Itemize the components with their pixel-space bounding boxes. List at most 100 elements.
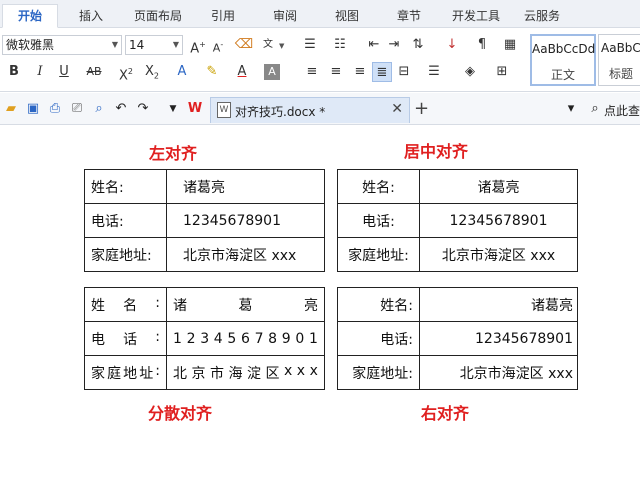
table-center-align: 姓名: 诸葛亮 电话: 12345678901 家庭地址: 北京市海淀区 xxx bbox=[337, 169, 578, 272]
cell-value: 诸葛亮 bbox=[166, 287, 325, 322]
cell-key: 姓名: bbox=[337, 287, 420, 322]
spread-char: 京 bbox=[191, 365, 206, 382]
search-icon[interactable]: ⌕ bbox=[586, 100, 604, 118]
spread-char: 8 bbox=[268, 330, 278, 347]
strikethrough-icon[interactable]: AB bbox=[84, 62, 104, 82]
document-canvas: 左对齐 居中对齐 姓名: 诸葛亮 电话: 12345678901 家庭地址: 北京市海… bbox=[0, 126, 640, 480]
tab-insert[interactable]: 插入 bbox=[66, 5, 116, 27]
align-left-icon[interactable]: ≡ bbox=[302, 62, 322, 82]
wps-logo-icon[interactable]: W bbox=[186, 100, 204, 118]
table-row: 电话:12345678901 bbox=[84, 203, 325, 238]
fill-icon[interactable]: ◈ bbox=[460, 62, 480, 82]
spread-char: 名 bbox=[123, 297, 138, 314]
font-size-select[interactable]: 14 ▼ bbox=[125, 35, 183, 55]
cell-value: 12345678901 bbox=[419, 203, 578, 238]
table-row: 家庭地址: 北京市海淀区 xxx bbox=[337, 355, 578, 390]
cell-key: 家庭地址: bbox=[84, 237, 167, 272]
table-row: 家庭地址:北京市海淀区xxx bbox=[84, 355, 325, 390]
document-tab[interactable]: W 对齐技巧.docx * ✕ bbox=[210, 97, 410, 123]
spread-char: : bbox=[155, 294, 160, 311]
heading-distributed-align: 分散对齐 bbox=[148, 404, 213, 423]
highlight-icon[interactable]: ✎ bbox=[202, 62, 222, 82]
line-spacing-icon[interactable]: ☰ bbox=[424, 62, 444, 82]
italic-icon[interactable]: I bbox=[30, 62, 50, 82]
cell-key: 家庭地址: bbox=[337, 355, 420, 390]
underline-icon[interactable]: U bbox=[54, 62, 74, 82]
tab-list-icon[interactable]: ▾ bbox=[562, 100, 580, 118]
align-right-icon[interactable]: ≡ bbox=[350, 62, 370, 82]
font-name-value: 微软雅黑 bbox=[6, 38, 55, 52]
style-heading[interactable]: AaBbCc 标题 bbox=[598, 34, 640, 86]
cell-value: 北京市海淀区 xxx bbox=[166, 237, 325, 272]
bullets-icon[interactable]: ☰ bbox=[300, 35, 320, 55]
cell-value: 12345678901 bbox=[166, 203, 325, 238]
justify-icon[interactable]: ≣ bbox=[372, 62, 392, 82]
cell-key: 家庭地址: bbox=[337, 237, 420, 272]
shrink-font-icon[interactable]: A- bbox=[208, 35, 228, 55]
spread-char: : bbox=[155, 328, 160, 345]
spread-char: 5 bbox=[227, 330, 237, 347]
tab-home[interactable]: 开始 bbox=[2, 4, 58, 28]
spread-char: 6 bbox=[240, 330, 250, 347]
close-icon[interactable]: ✕ bbox=[391, 101, 403, 117]
text-effect-icon[interactable]: A bbox=[172, 62, 192, 82]
cell-key: 姓名: bbox=[84, 287, 167, 322]
table-row: 姓 名: 诸 葛 亮 bbox=[84, 287, 325, 322]
align-center-icon[interactable]: ≡ bbox=[326, 62, 346, 82]
spread-char: 诸 bbox=[173, 297, 187, 314]
style-name: 正文 bbox=[550, 68, 575, 82]
spread-char: : bbox=[155, 362, 160, 379]
tab-developer[interactable]: 开发工具 bbox=[444, 5, 508, 27]
distribute-icon[interactable]: ⊟ bbox=[394, 62, 414, 82]
borders-icon[interactable]: ⊞ bbox=[492, 62, 512, 82]
spread-char: 庭 bbox=[107, 365, 122, 382]
style-name: 标题 bbox=[609, 67, 634, 81]
print-icon[interactable]: ⎚ bbox=[68, 100, 86, 118]
text-direction-icon[interactable]: ⇅ bbox=[408, 35, 428, 55]
spread-char: 市 bbox=[210, 365, 224, 382]
search-label[interactable]: 点此查 bbox=[604, 102, 640, 119]
tab-chapter[interactable]: 章节 bbox=[386, 5, 432, 27]
tab-references[interactable]: 引用 bbox=[200, 5, 246, 27]
spread-char: 淀 bbox=[247, 365, 261, 382]
grow-font-icon[interactable]: A+ bbox=[188, 35, 208, 56]
export-pdf-icon[interactable]: ⎙ bbox=[46, 100, 64, 118]
pinyin-icon[interactable]: 文 bbox=[258, 35, 278, 55]
cell-key: 电话: bbox=[337, 321, 420, 356]
spread-text: 诸葛亮 bbox=[173, 295, 318, 315]
bold-icon[interactable]: B bbox=[4, 62, 24, 82]
spread-char: 葛 bbox=[238, 297, 253, 314]
tab-view[interactable]: 视图 bbox=[324, 5, 370, 27]
chevron-down-icon[interactable]: ▼ bbox=[164, 100, 182, 118]
spread-text: 电 话: bbox=[91, 329, 160, 349]
superscript-icon[interactable]: X2 bbox=[116, 62, 136, 83]
numbering-icon[interactable]: ☷ bbox=[330, 35, 350, 55]
style-sample: AaBbCcDd bbox=[532, 42, 596, 56]
indent-icon[interactable]: ⇥ bbox=[384, 35, 404, 55]
font-color-icon[interactable]: A bbox=[232, 62, 252, 82]
print-preview-icon[interactable]: ⌕ bbox=[90, 100, 108, 118]
clear-format-icon[interactable]: ⌫ bbox=[234, 35, 254, 55]
tab-review[interactable]: 审阅 bbox=[262, 5, 308, 27]
table-icon[interactable]: ▦ bbox=[500, 35, 520, 55]
tab-page-layout[interactable]: 页面布局 bbox=[126, 5, 190, 27]
sort-icon[interactable]: ↓ bbox=[442, 35, 462, 55]
show-marks-icon[interactable]: ¶ bbox=[472, 35, 492, 55]
char-shading-icon[interactable]: A bbox=[264, 64, 280, 80]
table-row: 家庭地址: 北京市海淀区 xxx bbox=[84, 237, 325, 272]
outdent-icon[interactable]: ⇤ bbox=[364, 35, 384, 55]
spread-text: 12345678901 bbox=[173, 331, 318, 347]
save-icon[interactable]: ▣ bbox=[24, 100, 42, 118]
cell-value: 12345678901 bbox=[419, 321, 578, 356]
spread-char: 3 bbox=[200, 330, 210, 347]
style-normal[interactable]: AaBbCcDd 正文 bbox=[530, 34, 596, 86]
redo-icon[interactable]: ↷ bbox=[134, 100, 152, 118]
cell-value: 诸葛亮 bbox=[419, 169, 578, 204]
subscript-icon[interactable]: X2 bbox=[142, 62, 162, 82]
new-tab-icon[interactable]: + bbox=[414, 98, 429, 119]
undo-icon[interactable]: ↶ bbox=[112, 100, 130, 118]
font-name-select[interactable]: 微软雅黑 ▼ bbox=[2, 35, 122, 55]
open-folder-icon[interactable]: ▰ bbox=[2, 100, 20, 118]
table-right-align: 姓名: 诸葛亮 电话: 12345678901 家庭地址: 北京市海淀区 xxx bbox=[337, 287, 578, 390]
tab-cloud[interactable]: 云服务 bbox=[516, 5, 568, 27]
